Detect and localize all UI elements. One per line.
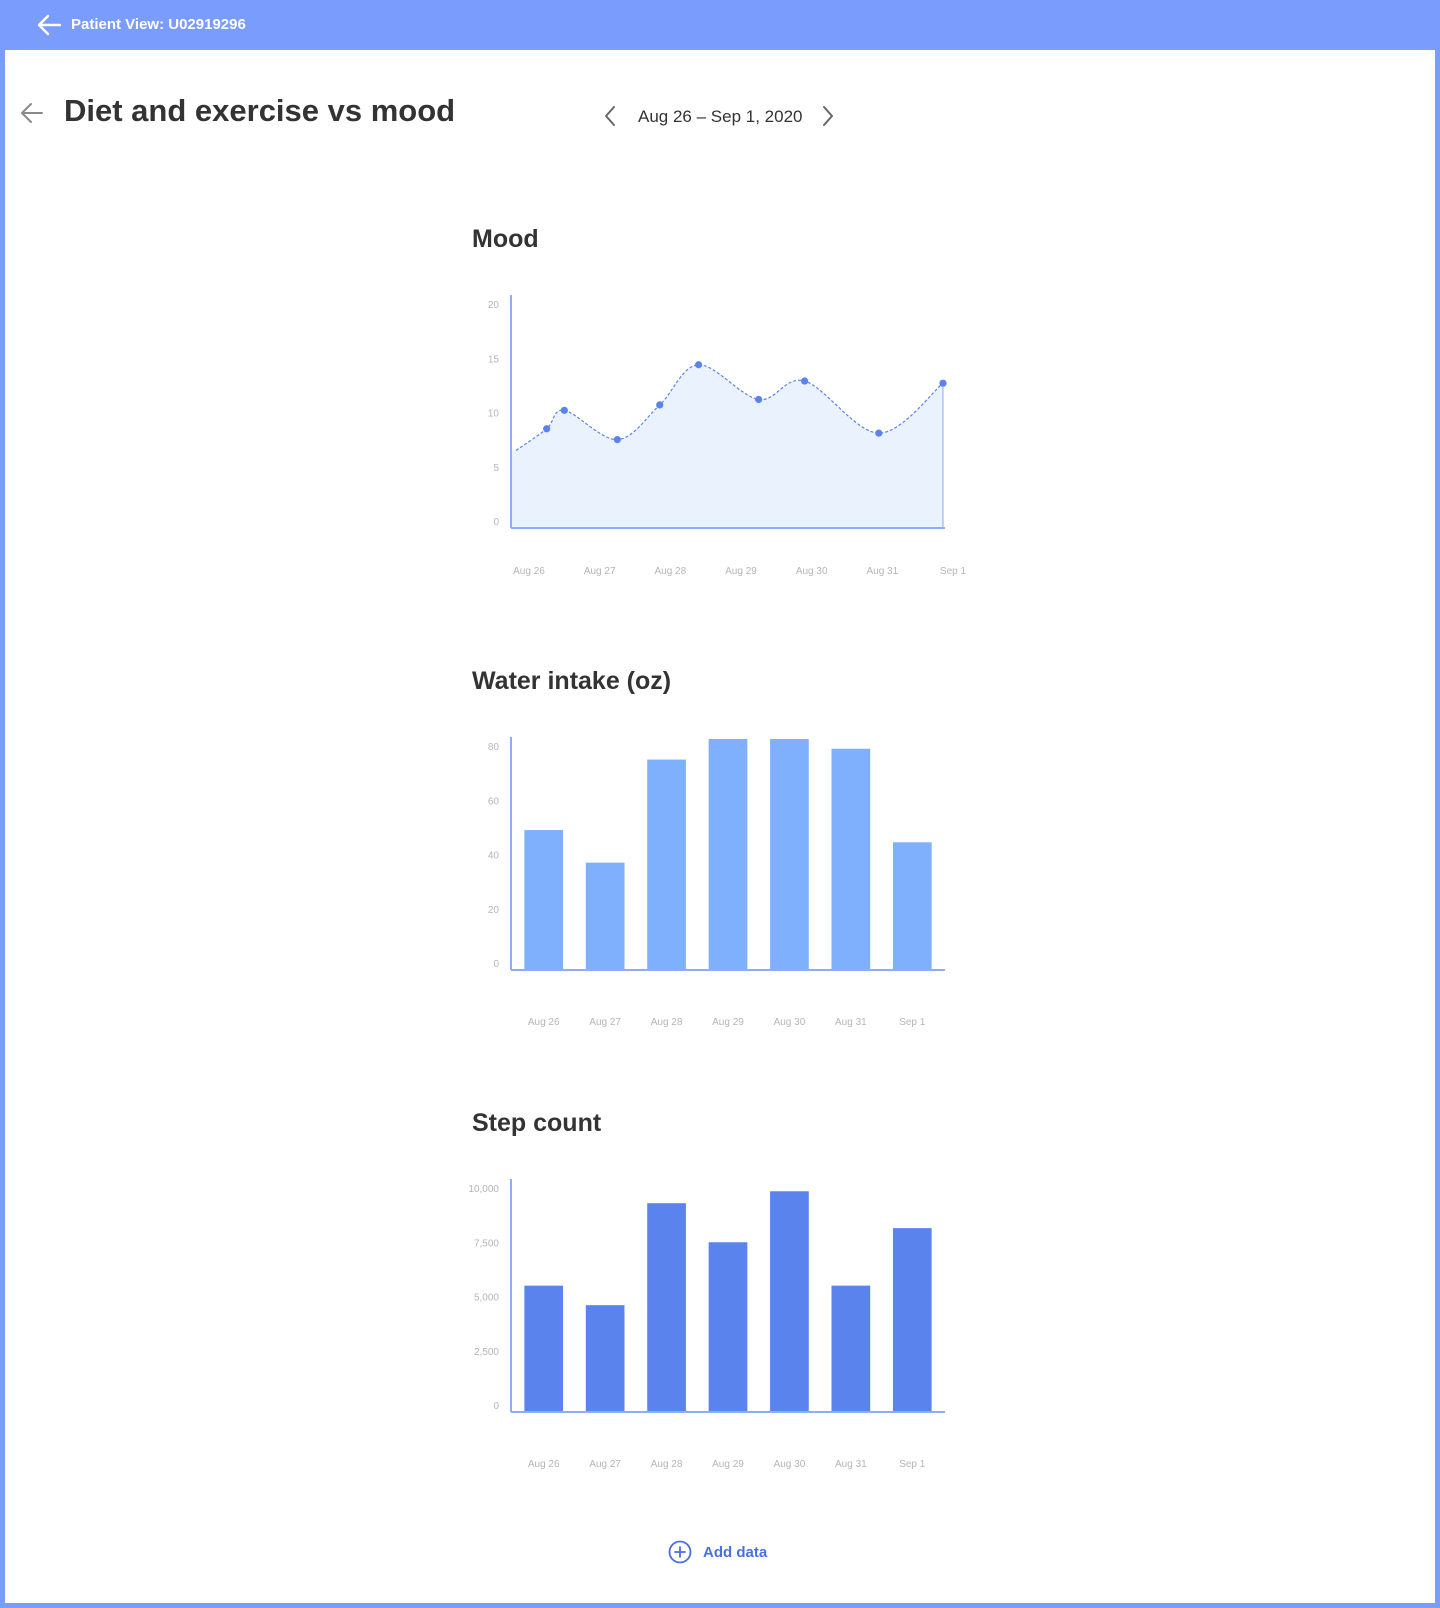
x-tick-label: Aug 26 bbox=[528, 1017, 560, 1028]
x-tick-label: Aug 27 bbox=[589, 1459, 621, 1470]
bar bbox=[708, 739, 748, 969]
mood-point bbox=[656, 401, 664, 409]
x-tick-label: Aug 31 bbox=[835, 1459, 867, 1470]
x-tick-label: Aug 30 bbox=[774, 1459, 806, 1470]
steps-chart-title: Step count bbox=[472, 1109, 602, 1137]
bar bbox=[585, 1305, 625, 1411]
x-tick-label: Aug 30 bbox=[774, 1017, 806, 1028]
x-tick-label: Aug 26 bbox=[528, 1459, 560, 1470]
chevron-left-icon[interactable] bbox=[602, 104, 618, 128]
x-tick-label: Sep 1 bbox=[940, 566, 967, 577]
bar bbox=[892, 1228, 932, 1411]
mood-chart-title: Mood bbox=[472, 225, 539, 253]
mood-point bbox=[875, 429, 883, 437]
bar bbox=[647, 1203, 686, 1411]
x-tick-label: Sep 1 bbox=[899, 1459, 926, 1470]
bar bbox=[647, 759, 686, 969]
y-tick-label: 5,000 bbox=[474, 1293, 499, 1304]
bar bbox=[708, 1242, 748, 1411]
x-tick-label: Aug 28 bbox=[651, 1459, 683, 1470]
x-tick-label: Aug 26 bbox=[513, 566, 545, 577]
chevron-right-icon[interactable] bbox=[820, 104, 836, 128]
y-tick-label: 15 bbox=[488, 354, 500, 365]
y-tick-label: 0 bbox=[493, 959, 499, 970]
y-tick-label: 10,000 bbox=[468, 1184, 499, 1195]
add-data-label: Add data bbox=[703, 1543, 768, 1561]
mood-point bbox=[543, 425, 551, 433]
x-tick-label: Aug 29 bbox=[712, 1017, 744, 1028]
x-tick-label: Aug 31 bbox=[866, 566, 898, 577]
x-tick-label: Aug 28 bbox=[651, 1017, 683, 1028]
step-count-chart: 0 2,500 5,000 7,500 10,000 Aug 26 Aug 27 Aug 28… bbox=[468, 1179, 945, 1470]
bar bbox=[524, 830, 564, 969]
bar bbox=[831, 748, 871, 969]
bar bbox=[892, 842, 932, 969]
bar bbox=[585, 862, 625, 969]
date-range-label: Aug 26 – Sep 1, 2020 bbox=[638, 107, 803, 126]
top-bar: Patient View: U02919296 bbox=[0, 0, 1440, 50]
x-tick-label: Aug 27 bbox=[589, 1017, 621, 1028]
x-tick-label: Aug 30 bbox=[796, 566, 828, 577]
mood-point bbox=[613, 436, 621, 444]
water-intake-chart: 0 20 40 60 80 Aug 26 Aug 27 Aug 28 Aug 29 Aug 30 A… bbox=[488, 737, 945, 1028]
x-tick-label: Aug 29 bbox=[712, 1459, 744, 1470]
mood-chart: 0 5 10 15 20 Aug 26 Aug 27 Aug 28 Aug 29 Aug 30 Au… bbox=[488, 295, 967, 577]
y-tick-label: 40 bbox=[488, 851, 500, 862]
mood-point bbox=[695, 361, 703, 369]
x-tick-label: Aug 28 bbox=[654, 566, 686, 577]
mood-area bbox=[512, 364, 943, 527]
x-tick-label: Aug 29 bbox=[725, 566, 757, 577]
y-tick-label: 0 bbox=[493, 517, 499, 528]
x-tick-label: Aug 27 bbox=[584, 566, 616, 577]
add-data-button[interactable]: Add data bbox=[668, 1540, 767, 1564]
mood-point bbox=[801, 377, 809, 385]
y-tick-label: 5 bbox=[493, 463, 499, 474]
mood-point bbox=[755, 395, 763, 404]
plus-circle-icon bbox=[668, 1540, 692, 1564]
bar bbox=[770, 739, 809, 969]
bar bbox=[524, 1285, 564, 1411]
mood-point bbox=[560, 406, 568, 414]
water-chart-title: Water intake (oz) bbox=[472, 667, 672, 695]
page-title: Diet and exercise vs mood bbox=[64, 93, 456, 128]
y-tick-label: 60 bbox=[488, 796, 500, 807]
mood-point bbox=[939, 379, 947, 387]
arrow-left-icon[interactable] bbox=[36, 13, 62, 37]
y-tick-label: 7,500 bbox=[474, 1238, 499, 1249]
y-tick-label: 20 bbox=[488, 905, 500, 916]
y-tick-label: 2,500 bbox=[474, 1347, 499, 1358]
y-tick-label: 20 bbox=[488, 300, 500, 311]
patient-view-title: Patient View: U02919296 bbox=[71, 16, 246, 33]
bar bbox=[831, 1285, 871, 1411]
y-tick-label: 10 bbox=[488, 409, 500, 420]
x-tick-label: Aug 31 bbox=[835, 1017, 867, 1028]
y-tick-label: 0 bbox=[493, 1401, 499, 1412]
x-tick-label: Sep 1 bbox=[899, 1017, 926, 1028]
arrow-left-icon[interactable] bbox=[20, 102, 44, 124]
y-tick-label: 80 bbox=[488, 742, 500, 753]
bar bbox=[770, 1191, 809, 1411]
